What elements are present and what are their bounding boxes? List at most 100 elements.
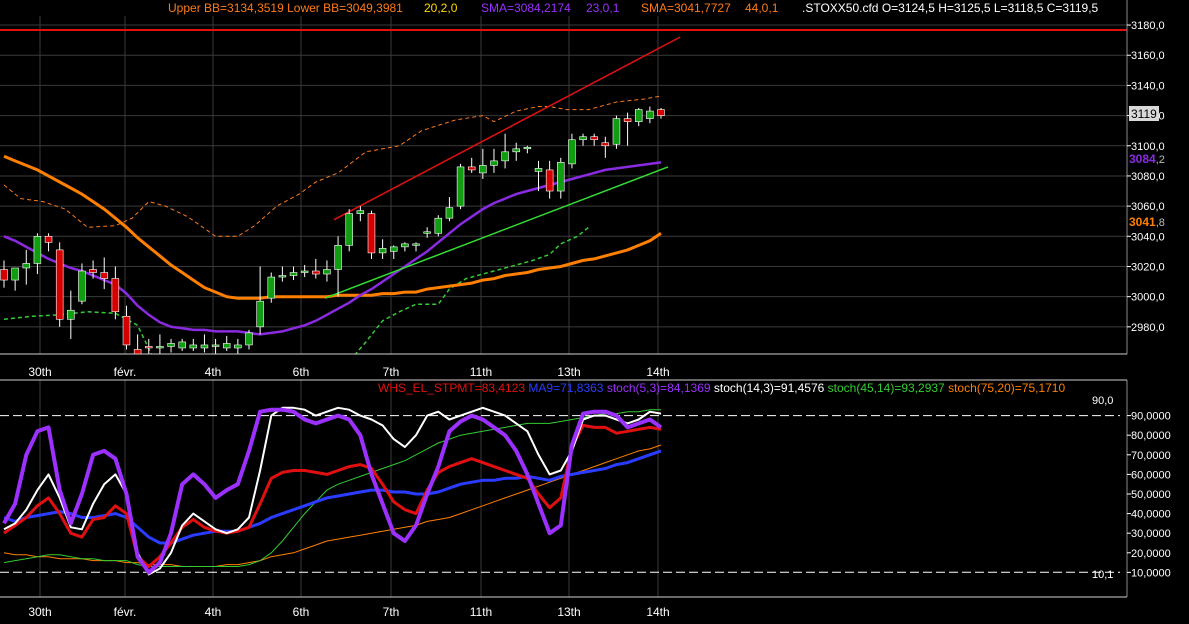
candle-body bbox=[323, 269, 331, 275]
candle-body bbox=[234, 344, 242, 349]
sma44-legend: SMA=3041,7727 bbox=[641, 1, 731, 15]
level-low-label: 10,1 bbox=[1092, 569, 1113, 581]
candle-body bbox=[245, 332, 253, 346]
x-label: 4th bbox=[205, 365, 222, 379]
x-label: 4th bbox=[205, 605, 222, 619]
candle-body bbox=[545, 169, 554, 192]
candle-body bbox=[267, 276, 276, 299]
candle-body bbox=[145, 346, 153, 349]
candle-body bbox=[156, 346, 164, 349]
candle-body bbox=[44, 236, 53, 243]
candle-body bbox=[612, 118, 621, 145]
candle-body bbox=[67, 309, 75, 320]
candle-body bbox=[78, 270, 86, 302]
candle-body bbox=[456, 166, 465, 207]
osc-tick-label: 10,0000 bbox=[1131, 567, 1171, 579]
candle-body bbox=[423, 231, 431, 234]
sma23-params: 23,0,1 bbox=[586, 1, 620, 15]
price-panel[interactable] bbox=[0, 29, 1127, 395]
axis-layer: 3180,03160,03140,03120,03100,03080,03060… bbox=[0, 0, 1171, 619]
osc-tick-label: 90,0000 bbox=[1131, 411, 1171, 423]
oscillator-legend: WHS_EL_STPMT=83,4123 MA9=71,8363 stoch(5… bbox=[378, 381, 1065, 395]
osc-tick-label: 30,0000 bbox=[1131, 528, 1171, 540]
candle-body bbox=[479, 165, 487, 174]
candle-body bbox=[534, 168, 543, 172]
osc-tick-label: 40,0000 bbox=[1131, 509, 1171, 521]
x-label: 30th bbox=[28, 365, 51, 379]
osc-legend-item: WHS_EL_STPMT=83,4123 bbox=[378, 381, 525, 395]
sma44-params: 44,0,1 bbox=[745, 1, 779, 15]
candle-body bbox=[0, 269, 8, 281]
x-label: 6th bbox=[293, 365, 310, 379]
x-label: 14th bbox=[646, 365, 669, 379]
candle-body bbox=[412, 243, 420, 246]
candle-body bbox=[579, 136, 587, 141]
price-tick-label: 3060,0 bbox=[1131, 201, 1165, 213]
candle-body bbox=[523, 146, 532, 150]
candle-body bbox=[278, 275, 287, 278]
x-label: 11th bbox=[470, 605, 492, 619]
candle-body bbox=[111, 278, 120, 313]
price-tick-label: 3180,0 bbox=[1131, 20, 1165, 32]
candle-body bbox=[634, 109, 643, 122]
price-tick-label: 3100,0 bbox=[1131, 141, 1165, 153]
x-label: 6th bbox=[293, 605, 310, 619]
candle-body bbox=[657, 109, 665, 116]
osc-legend-item: stoch(14,3)=91,4576 bbox=[711, 381, 825, 395]
candle-body bbox=[222, 343, 231, 349]
candle-body bbox=[167, 343, 175, 347]
sma44-axis-marker: 3041,8 bbox=[1129, 215, 1165, 229]
candle-body bbox=[256, 300, 264, 328]
candle-body bbox=[401, 243, 409, 248]
price-tick-label: 2980,0 bbox=[1131, 322, 1165, 334]
osc-legend-item: MA9=71,8363 bbox=[525, 381, 604, 395]
candle-body bbox=[211, 344, 220, 347]
candle-body bbox=[434, 217, 443, 234]
red-channel-line bbox=[333, 36, 681, 221]
candle-body bbox=[11, 267, 19, 281]
candle-body bbox=[22, 263, 31, 269]
candle-body bbox=[646, 110, 654, 119]
osc-tick-label: 80,0000 bbox=[1131, 430, 1171, 442]
chart-canvas: 3180,03160,03140,03120,03100,03080,03060… bbox=[0, 0, 1171, 619]
candle-body bbox=[601, 142, 610, 147]
candle-body bbox=[289, 272, 298, 276]
oscillator-panel[interactable] bbox=[0, 406, 1120, 576]
candle-body bbox=[490, 160, 498, 166]
x-label: 7th bbox=[383, 605, 400, 619]
x-label: 30th bbox=[28, 605, 51, 619]
candle-body bbox=[512, 148, 520, 153]
candle-body bbox=[200, 344, 209, 349]
osc-tick-label: 20,0000 bbox=[1131, 548, 1171, 560]
osc-legend-item: stoch(75,20)=75,1710 bbox=[945, 381, 1066, 395]
osc-legend-item: stoch(5,3)=84,1369 bbox=[603, 381, 710, 395]
candle-body bbox=[501, 151, 509, 162]
candle-body bbox=[122, 315, 131, 346]
x-label: 7th bbox=[383, 365, 400, 379]
candle-body bbox=[590, 136, 598, 141]
candle-body bbox=[89, 269, 97, 273]
candle-body bbox=[445, 207, 454, 219]
candle-body bbox=[467, 166, 476, 171]
x-label: févr. bbox=[114, 365, 137, 379]
osc-tick-label: 60,0000 bbox=[1131, 469, 1171, 481]
candle-body bbox=[133, 349, 142, 354]
bb-legend: Upper BB=3134,3519 Lower BB=3049,3981 bbox=[168, 1, 403, 15]
price-tick-label: 3040,0 bbox=[1131, 231, 1165, 243]
candle-body bbox=[300, 270, 309, 273]
sma23-legend: SMA=3084,2174 bbox=[481, 1, 571, 15]
last-price-label: 3119 bbox=[1131, 107, 1157, 121]
candle-body bbox=[334, 245, 342, 270]
level-high-label: 90,0 bbox=[1092, 395, 1113, 407]
x-label: févr. bbox=[114, 605, 137, 619]
candle-body bbox=[557, 162, 565, 192]
price-tick-label: 3020,0 bbox=[1131, 261, 1165, 273]
x-label: 13th bbox=[557, 605, 580, 619]
candle-body bbox=[356, 210, 365, 214]
candle-body bbox=[378, 248, 387, 254]
osc-tick-label: 70,0000 bbox=[1131, 450, 1171, 462]
osc-legend-item: stoch(45,14)=93,2937 bbox=[824, 381, 945, 395]
price-tick-label: 3160,0 bbox=[1131, 50, 1165, 62]
bb-params: 20,2,0 bbox=[424, 1, 458, 15]
x-label: 11th bbox=[470, 365, 492, 379]
